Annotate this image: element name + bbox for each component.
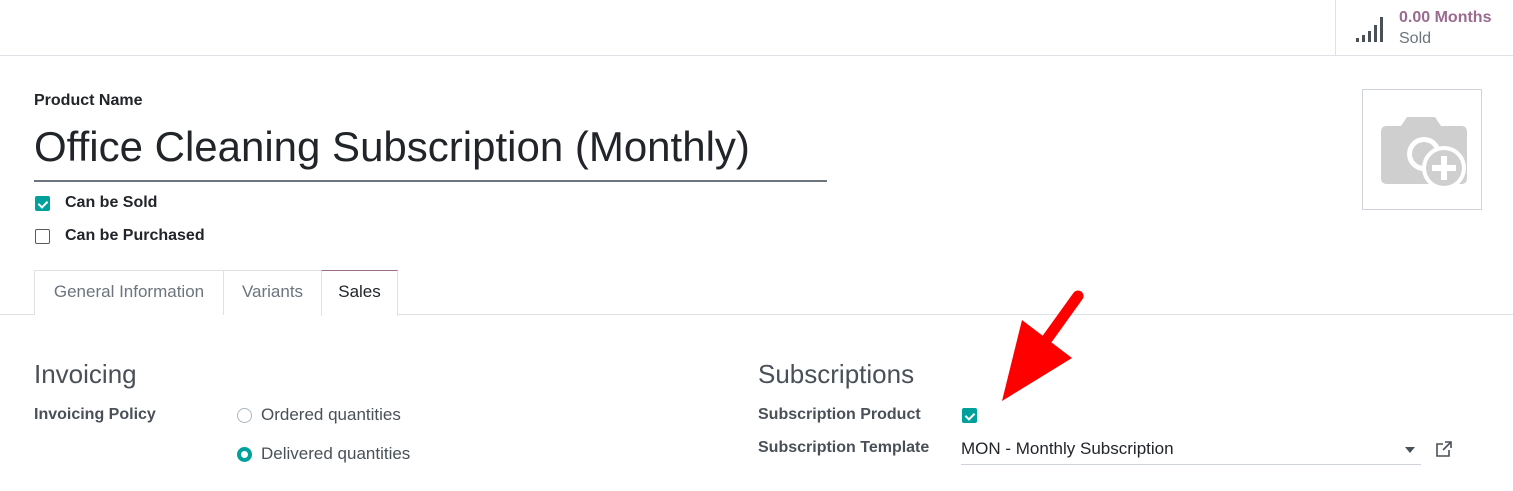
subscription-template-value: MON - Monthly Subscription (961, 439, 1174, 458)
subscription-template-select[interactable]: MON - Monthly Subscription (961, 436, 1421, 465)
invoicing-policy-label: Invoicing Policy (34, 406, 156, 423)
subscription-product-checkbox[interactable] (962, 408, 977, 423)
control-panel: 0.00 Months Sold (0, 0, 1513, 56)
tab-general-information[interactable]: General Information (34, 270, 224, 315)
months-sold-value: 0.00 Months (1399, 9, 1492, 26)
subscription-product-label: Subscription Product (758, 406, 921, 423)
can-be-purchased-checkbox[interactable] (35, 229, 50, 244)
subscription-template-label: Subscription Template (758, 439, 930, 456)
tab-variants[interactable]: Variants (223, 270, 322, 315)
annotation-arrow-icon (1002, 290, 1084, 401)
subscriptions-section-title: Subscriptions (758, 359, 915, 389)
months-sold-stat-button[interactable]: 0.00 Months Sold (1335, 0, 1513, 56)
external-link-icon[interactable] (1435, 440, 1453, 458)
invoicing-section-title: Invoicing (34, 359, 137, 389)
chevron-down-icon (1405, 447, 1415, 453)
camera-plus-icon (1381, 117, 1467, 190)
ordered-quantities-label[interactable]: Ordered quantities (261, 405, 401, 425)
signal-bars-icon (1356, 17, 1383, 42)
product-name-label: Product Name (34, 92, 143, 109)
months-sold-label: Sold (1399, 30, 1432, 47)
product-image-upload[interactable] (1362, 89, 1482, 210)
delivered-quantities-label[interactable]: Delivered quantities (261, 444, 410, 464)
tab-sales[interactable]: Sales (321, 270, 398, 316)
can-be-sold-label: Can be Sold (65, 194, 158, 211)
ordered-quantities-radio[interactable] (237, 408, 252, 423)
delivered-quantities-radio[interactable] (237, 447, 252, 462)
product-name-input[interactable]: Office Cleaning Subscription (Monthly) (34, 120, 827, 182)
can-be-purchased-label: Can be Purchased (65, 227, 205, 244)
can-be-sold-checkbox[interactable] (35, 196, 50, 211)
